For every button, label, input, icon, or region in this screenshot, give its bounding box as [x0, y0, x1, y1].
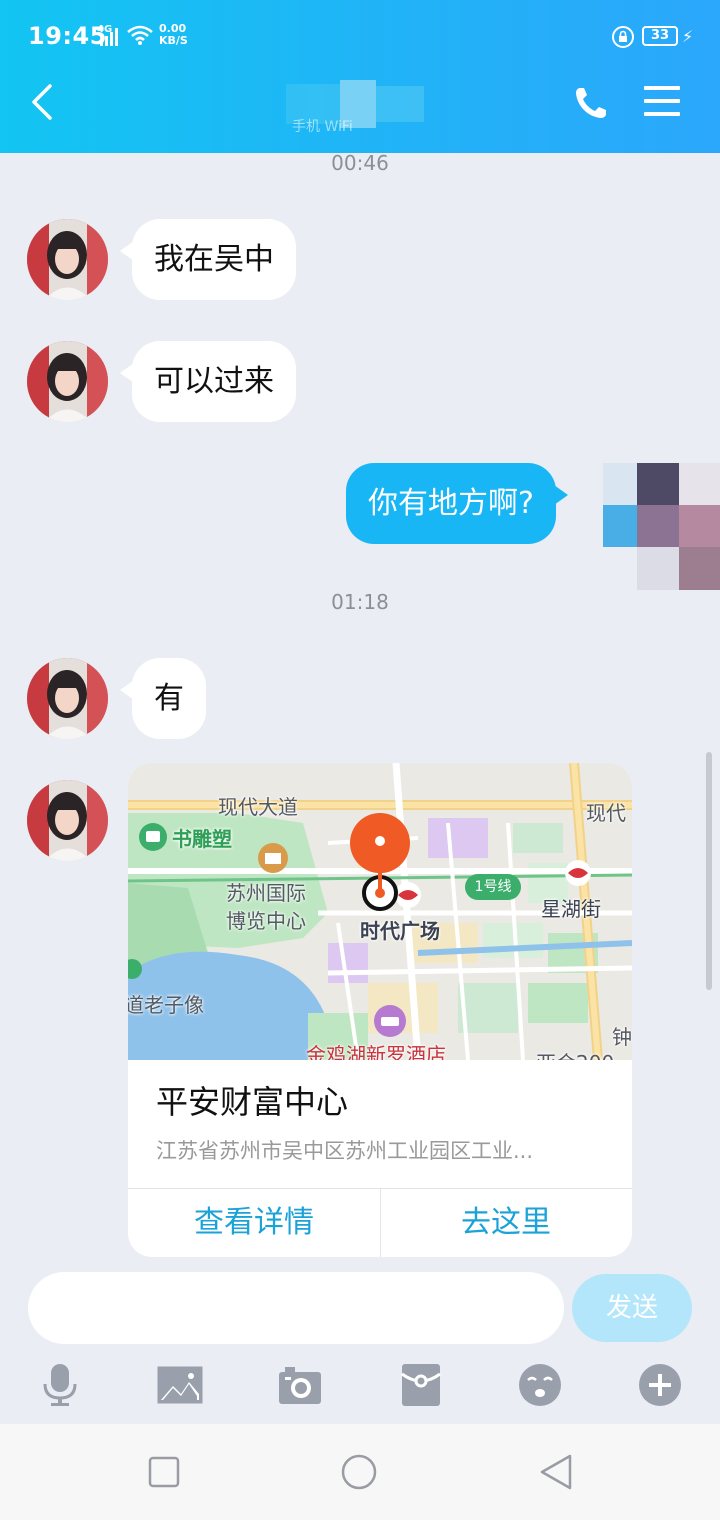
place-name: 平安财富中心: [156, 1083, 349, 1121]
map-label: 现代大道: [218, 795, 298, 819]
battery-indicator: 33: [642, 26, 678, 46]
message-input[interactable]: [28, 1272, 564, 1344]
contact-name-pixelated: 手机 WiFi: [286, 80, 436, 136]
chat-header: 19:45 4G 0.00 KB/S 33 ⚡ 手机 WiFi: [0, 0, 720, 153]
microphone-icon[interactable]: [37, 1362, 83, 1408]
self-avatar-pixelated[interactable]: [603, 463, 720, 590]
rotation-lock-icon: [612, 26, 634, 48]
network-speed-unit: KB/S: [159, 34, 188, 47]
phone-call-icon[interactable]: [572, 84, 610, 122]
menu-icon[interactable]: [644, 86, 682, 120]
red-packet-icon[interactable]: [398, 1362, 444, 1408]
message-timestamp: 01:18: [331, 590, 389, 614]
charging-icon: ⚡: [682, 27, 694, 46]
signal-icon: [100, 28, 118, 46]
contact-avatar[interactable]: [27, 219, 108, 300]
chat-scrollbar[interactable]: [706, 752, 712, 990]
navigate-here-button[interactable]: 去这里: [380, 1189, 632, 1257]
map-label: 时代广场: [360, 919, 440, 943]
map-label: 现代: [586, 801, 626, 825]
contact-avatar[interactable]: [27, 658, 108, 739]
image-icon[interactable]: [157, 1362, 203, 1408]
map-label: 博览中心: [226, 909, 306, 933]
home-icon[interactable]: [341, 1454, 377, 1490]
map-label: 钟: [612, 1025, 632, 1049]
outgoing-message-bubble[interactable]: 你有地方啊?: [346, 463, 568, 544]
emoji-icon[interactable]: [517, 1362, 563, 1408]
map-label: 书雕塑: [172, 827, 232, 851]
map-label: 道老子像: [128, 993, 204, 1017]
map-label: 苏州国际: [226, 881, 306, 905]
recent-apps-icon[interactable]: [146, 1454, 182, 1490]
back-nav-icon[interactable]: [538, 1454, 574, 1490]
metro-line-badge: 1号线: [465, 874, 521, 900]
location-map[interactable]: 现代大道 现代 书雕塑 苏州国际 博览中心 时代广场 1号线 星湖街 道老子像 …: [128, 763, 632, 1060]
incoming-message-bubble[interactable]: 我在吴中: [120, 219, 296, 300]
plus-icon[interactable]: [637, 1362, 683, 1408]
send-button[interactable]: 发送: [572, 1274, 692, 1342]
map-label: 金鸡湖新罗酒店: [306, 1043, 446, 1060]
incoming-message-bubble[interactable]: 有: [120, 658, 206, 739]
map-label: 亚合200: [536, 1047, 614, 1060]
wifi-icon: [127, 25, 153, 45]
network-speed: 0.00 KB/S: [159, 23, 188, 47]
message-timestamp: 00:46: [331, 151, 389, 175]
back-button[interactable]: [26, 82, 62, 122]
status-time: 19:45: [28, 22, 107, 50]
place-address: 江苏省苏州市吴中区苏州工业园区工业...: [156, 1139, 534, 1163]
view-details-button[interactable]: 查看详情: [128, 1189, 380, 1257]
contact-avatar[interactable]: [27, 780, 108, 861]
map-label: 星湖街: [541, 897, 601, 921]
camera-icon[interactable]: [277, 1362, 323, 1408]
location-card[interactable]: 现代大道 现代 书雕塑 苏州国际 博览中心 时代广场 1号线 星湖街 道老子像 …: [128, 763, 632, 1257]
contact-status: 手机 WiFi: [292, 119, 353, 135]
contact-avatar[interactable]: [27, 341, 108, 422]
incoming-message-bubble[interactable]: 可以过来: [120, 341, 296, 422]
